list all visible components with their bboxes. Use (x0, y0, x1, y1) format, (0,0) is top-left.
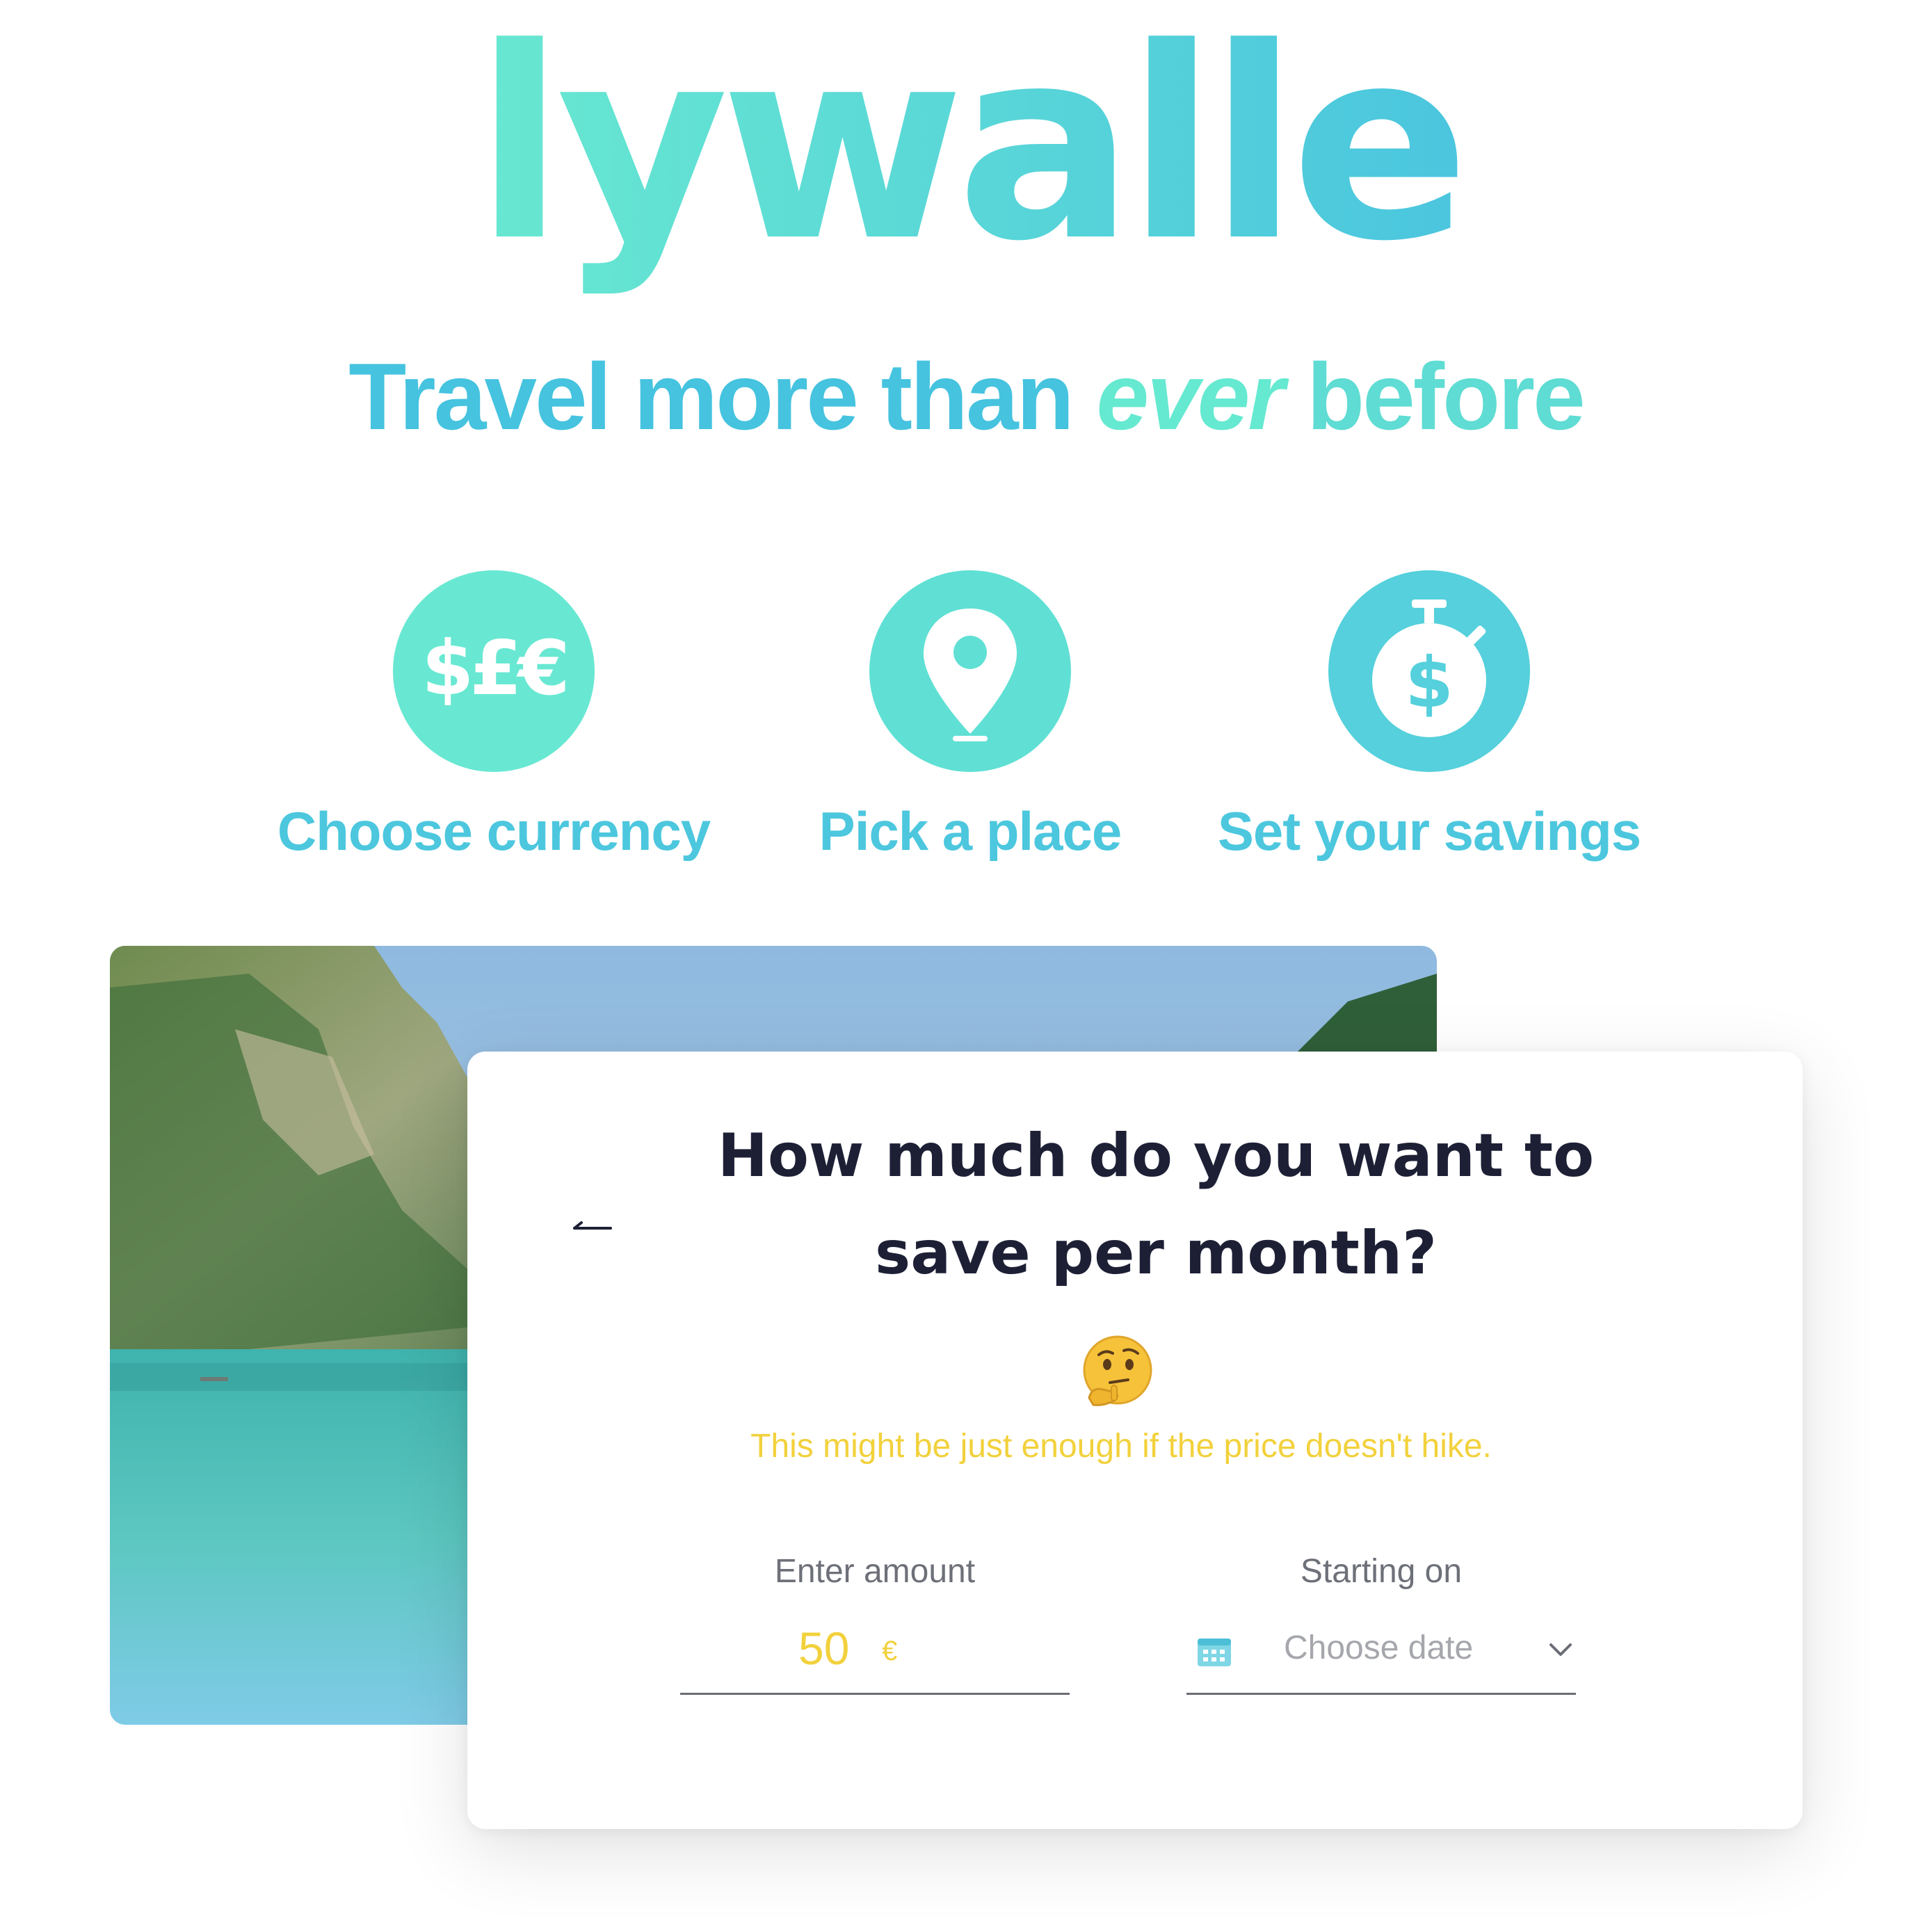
dollar-symbol: $ (1405, 642, 1454, 723)
date-picker[interactable]: Choose date (1186, 1616, 1576, 1695)
step-label-savings: Set your savings (1217, 800, 1641, 862)
tagline-part-1: Travel more than (348, 344, 1097, 449)
back-arrow-icon[interactable] (572, 1218, 613, 1239)
step-label-currency: Choose currency (277, 800, 711, 862)
amount-value: 50 (798, 1623, 850, 1674)
step-choose-currency: $£€ Choose currency (250, 570, 737, 890)
chevron-down-icon[interactable] (1548, 1641, 1573, 1658)
savings-card: How much do you want to save per month? … (467, 1052, 1803, 1829)
hint-text: This might be just enough if the price d… (750, 1428, 1492, 1465)
page: flywallet Travel more than ever before $… (0, 0, 1932, 1932)
card-title: How much do you want to save per month? (717, 1121, 1595, 1288)
tagline-part-3: before (1282, 344, 1586, 449)
amount-currency-unit: € (882, 1636, 898, 1666)
tagline-emphasis: ever (1096, 344, 1285, 449)
step-pick-place: Pick a place (727, 570, 1214, 890)
tagline: Travel more than ever before (0, 341, 1932, 452)
step-set-savings: $ Set your savings (1186, 570, 1673, 890)
thinking-face-icon (1079, 1334, 1156, 1410)
date-placeholder: Choose date (1284, 1629, 1474, 1666)
currency-symbols: $£€ (421, 625, 565, 712)
amount-input[interactable]: 50 € (680, 1616, 1070, 1695)
date-label: Starting on (1300, 1553, 1463, 1590)
currency-icon: $£€ (393, 570, 595, 772)
calendar-icon (1196, 1634, 1232, 1668)
location-pin-icon (869, 570, 1071, 772)
svg-text:flywallet: flywallet (487, 21, 1460, 299)
step-label-place: Pick a place (819, 800, 1122, 862)
amount-label: Enter amount (774, 1553, 976, 1590)
flywallet-logo: flywallet (487, 21, 1460, 313)
stopwatch-dollar-icon: $ (1328, 570, 1530, 772)
